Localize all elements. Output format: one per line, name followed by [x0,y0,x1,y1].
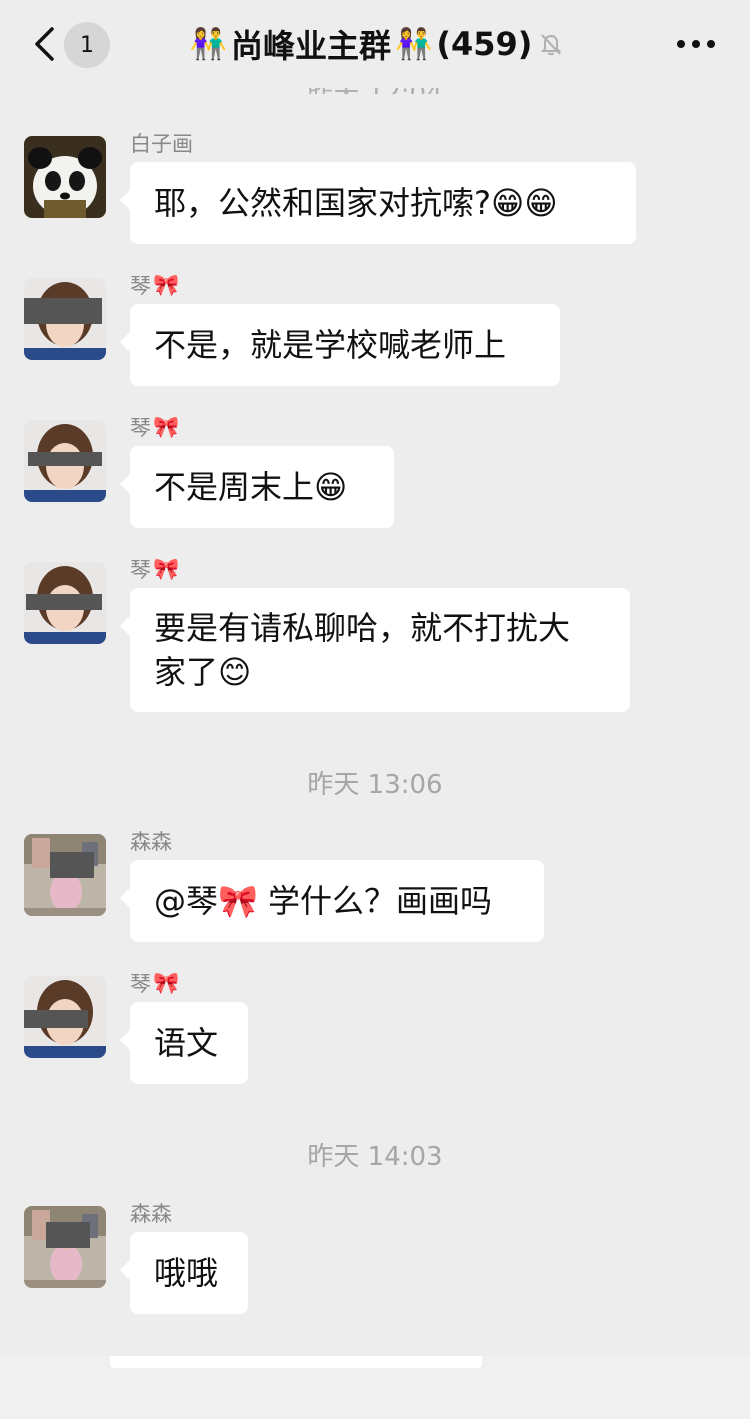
message-bubble[interactable]: 要是有请私聊哈，就不打扰大 家了😊 [120,588,630,712]
sender-name: 琴 🎀 [130,554,179,584]
grin-emoji: 😁😁 [491,184,558,222]
avatar[interactable] [24,278,106,360]
couple-emoji: 👫 [394,26,433,62]
message-text-line: 要是有请私聊哈，就不打扰大 [154,609,571,647]
sender-name: 琴 🎀 [130,968,179,998]
message-text: 不是，就是学校喊老师上 [154,326,507,364]
bow-emoji: 🎀 [153,414,180,439]
chat-header: 1 👫 尚峰业主群 👫 (459) [0,0,750,88]
couple-emoji: 👫 [189,26,227,62]
more-dots-icon [677,40,715,48]
message-bubble[interactable]: @琴🎀 学什么？画画吗 [120,860,544,942]
message-bubble[interactable]: 不是周末上😁 [120,446,394,528]
bow-emoji: 🎀 [153,970,180,995]
sender-name: 森森 [130,830,172,854]
smile-emoji: 😊 [218,653,252,691]
message-text: 学什么？画画吗 [257,882,493,920]
group-name: 尚峰业主群 [230,27,391,65]
sender-name-text: 琴 [130,416,151,440]
unread-badge[interactable]: 1 [64,22,110,68]
sender-name: 白子画 [130,132,193,156]
chevron-left-icon [35,27,54,61]
sender-name-text: 琴 [130,972,151,996]
sender-name: 琴 🎀 [130,270,179,300]
avatar[interactable] [24,420,106,502]
timestamp: 昨天 13:06 [307,770,443,800]
avatar[interactable] [24,834,106,916]
message-bubble[interactable]: 哦哦 [120,1232,248,1314]
message-bubble[interactable]: 耶，公然和国家对抗嗦?😁😁 [120,162,636,244]
timestamp: 昨天 14:03 [307,1142,443,1172]
message-text-line: 家了 [154,653,219,691]
message-text: 不是周末上 [154,468,315,506]
sender-name-text: 琴 [130,558,151,582]
back-button[interactable] [22,22,66,66]
bow-emoji: 🎀 [153,272,180,297]
avatar[interactable] [24,562,106,644]
avatar[interactable] [24,1206,106,1288]
message-text: 耶，公然和国家对抗嗦? [154,184,491,222]
sender-name: 琴 🎀 [130,412,179,442]
bell-slash-icon [538,31,564,57]
member-count: (459) [436,25,533,63]
more-button[interactable] [672,30,720,58]
message-bubble[interactable]: 不是，就是学校喊老师上 [120,304,560,386]
avatar[interactable] [24,976,106,1058]
sender-name-text: 琴 [130,274,151,298]
message-text: 语文 [154,1024,219,1062]
grin-emoji: 😁 [314,468,348,506]
message-text: 哦哦 [154,1254,219,1292]
home-indicator [110,1356,482,1368]
bow-emoji: 🎀 [218,882,258,920]
message-bubble[interactable]: 语文 [120,1002,248,1084]
avatar[interactable] [24,136,106,218]
mention[interactable]: @琴 [154,882,218,920]
sender-name: 森森 [130,1202,172,1226]
chat-title[interactable]: 👫 尚峰业主群 👫 (459) [150,20,600,68]
bow-emoji: 🎀 [153,556,180,581]
